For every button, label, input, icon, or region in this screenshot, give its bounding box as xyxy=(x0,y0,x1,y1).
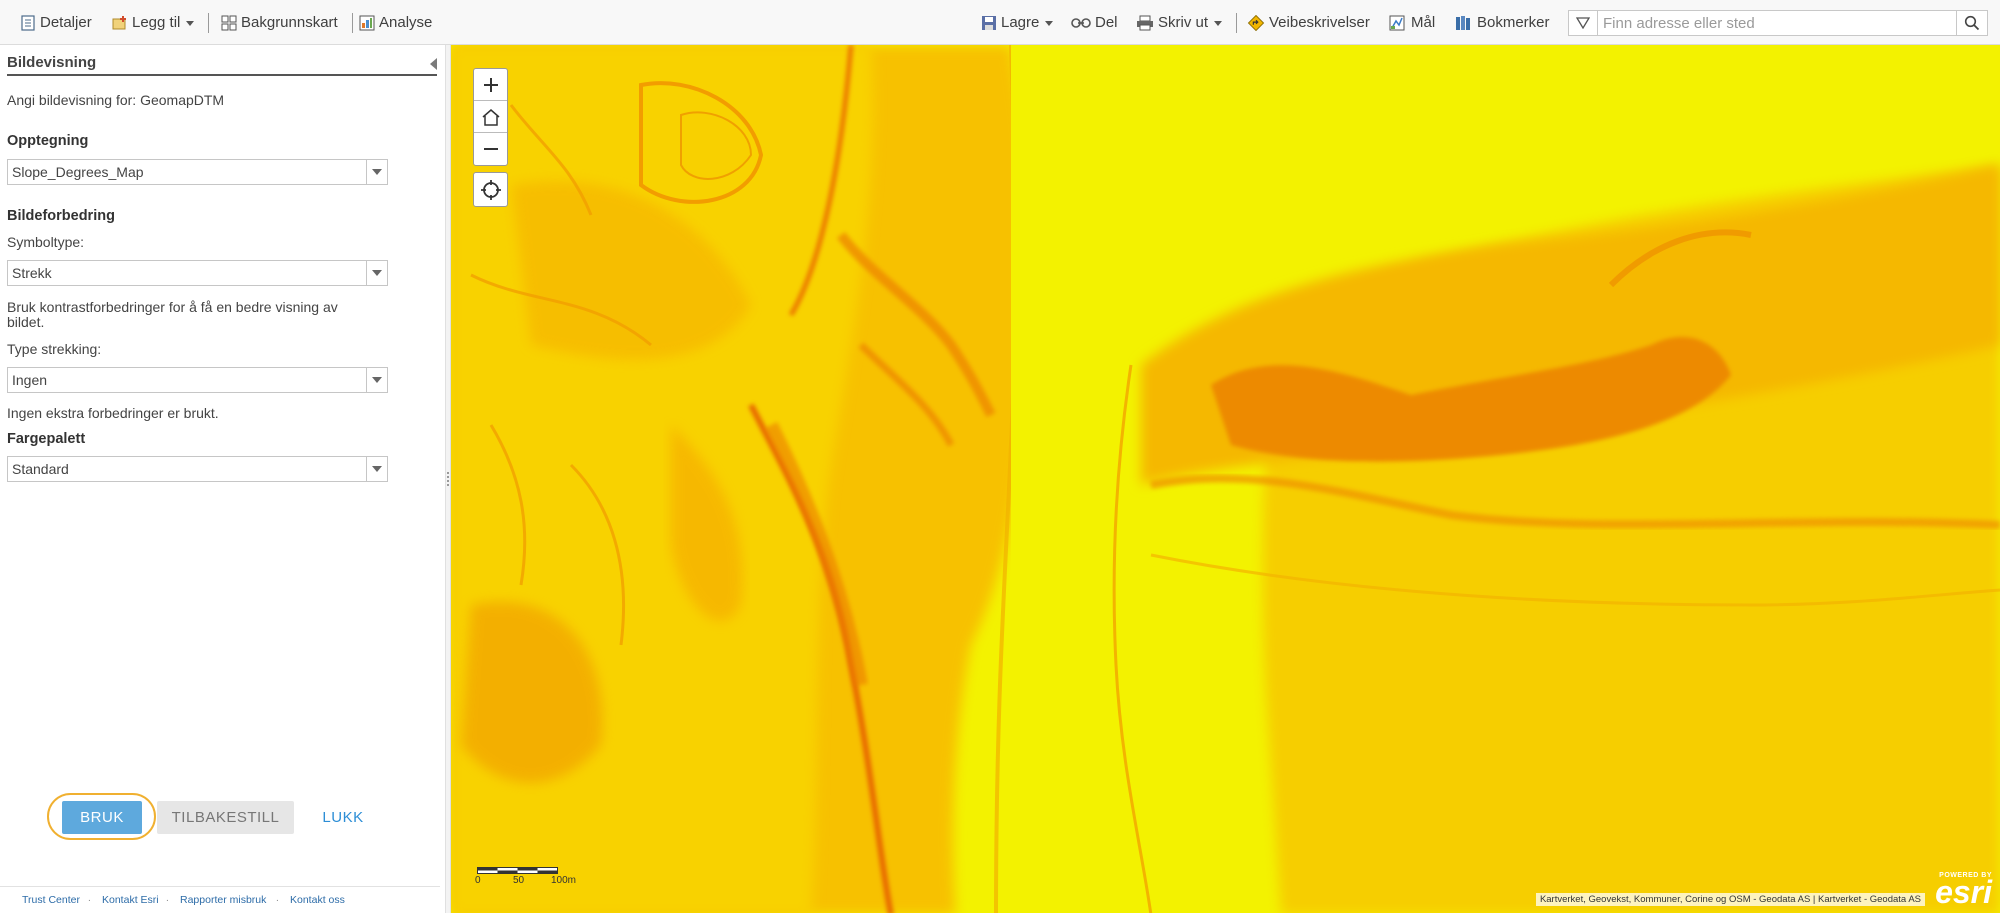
dropdown-arrow-icon[interactable] xyxy=(366,160,387,184)
reset-button[interactable]: TILBAKESTILL xyxy=(157,801,294,834)
chevron-down-icon xyxy=(186,21,195,26)
measure-label: Mål xyxy=(1411,14,1436,31)
stretch-type-value: Ingen xyxy=(12,372,48,388)
search-box xyxy=(1568,10,1988,36)
stretch-type-select[interactable]: Ingen xyxy=(7,367,388,393)
esri-logo[interactable]: POWERED BY esri xyxy=(1935,872,1992,908)
symbol-type-label: Symboltype: xyxy=(7,234,85,250)
search-button[interactable] xyxy=(1956,11,1987,35)
print-label: Skriv ut xyxy=(1158,14,1209,31)
share-label: Del xyxy=(1095,14,1118,31)
panel-title: Bildevisning xyxy=(7,54,437,76)
scale-bar xyxy=(477,867,558,874)
map-view[interactable]: 0 50 100m Kartverket, Geovekst, Kommuner… xyxy=(451,45,2000,915)
bookmarks-icon xyxy=(1456,15,1470,30)
scale-label: 0 xyxy=(475,875,481,886)
footer-separator: . xyxy=(166,893,169,904)
details-button[interactable]: Detaljer xyxy=(20,0,92,45)
rendering-heading: Opptegning xyxy=(7,133,89,149)
basemap-button[interactable]: Bakgrunnskart xyxy=(221,0,338,45)
trust-center-link[interactable]: Trust Center xyxy=(22,894,80,906)
analysis-label: Analyse xyxy=(379,14,433,31)
dropdown-arrow-icon[interactable] xyxy=(366,368,387,392)
share-icon xyxy=(1071,17,1091,28)
minus-icon xyxy=(483,148,498,150)
locate-icon xyxy=(480,179,501,200)
apply-button[interactable]: BRUK xyxy=(62,801,142,834)
plus-icon xyxy=(483,77,498,92)
footer-separator: . xyxy=(276,893,279,904)
directions-icon xyxy=(1247,14,1265,31)
symbol-type-select[interactable]: Strekk xyxy=(7,260,388,286)
image-display-panel: Bildevisning Angi bildevisning for: Geom… xyxy=(0,46,445,917)
footer-links: Trust Center . Kontakt Esri . Rapporter … xyxy=(0,886,440,909)
toolbar-divider xyxy=(1236,13,1237,33)
palette-value: Standard xyxy=(12,461,69,477)
save-button[interactable]: Lagre xyxy=(981,0,1054,45)
scale-label: 100m xyxy=(551,875,577,886)
measure-button[interactable]: Mål xyxy=(1389,0,1435,45)
zoom-controls xyxy=(473,68,508,166)
search-input[interactable] xyxy=(1599,11,1957,35)
bottom-strip xyxy=(0,913,2000,917)
details-icon xyxy=(21,14,35,31)
measure-icon xyxy=(1389,15,1405,30)
locate-button[interactable] xyxy=(473,172,508,207)
search-icon xyxy=(1964,15,1980,31)
splitter-grip-icon[interactable] xyxy=(446,472,450,490)
details-label: Detaljer xyxy=(40,14,92,31)
zoom-in-button[interactable] xyxy=(474,69,507,101)
contrast-hint: Bruk kontrastforbedringer for å få en be… xyxy=(7,299,338,330)
chevron-down-icon xyxy=(1045,21,1054,26)
palette-select[interactable]: Standard xyxy=(7,456,388,482)
filter-icon xyxy=(1576,17,1590,29)
bookmarks-label: Bokmerker xyxy=(1477,14,1550,31)
slope-raster-layer xyxy=(451,45,2000,915)
add-icon xyxy=(112,15,126,29)
palette-heading: Fargepalett xyxy=(7,431,86,447)
save-icon xyxy=(982,15,996,30)
dropdown-arrow-icon[interactable] xyxy=(366,457,387,481)
contact-esri-link[interactable]: Kontakt Esri xyxy=(102,894,159,906)
top-toolbar: Detaljer Legg til Bakgrunnskart Analyse … xyxy=(0,0,2000,45)
toolbar-divider xyxy=(208,13,209,33)
directions-label: Veibeskrivelser xyxy=(1269,14,1370,31)
directions-button[interactable]: Veibeskrivelser xyxy=(1247,0,1370,45)
collapse-panel-icon[interactable] xyxy=(430,58,437,70)
save-label: Lagre xyxy=(1001,14,1040,31)
analysis-icon xyxy=(359,15,375,30)
enhancement-heading: Bildeforbedring xyxy=(7,208,115,224)
chevron-down-icon xyxy=(1214,21,1223,26)
scale-label: 50 xyxy=(513,875,525,886)
no-enhancement-text: Ingen ekstra forbedringer er brukt. xyxy=(7,405,219,421)
toolbar-divider xyxy=(352,13,353,33)
home-icon xyxy=(482,108,499,126)
panel-subtitle: Angi bildevisning for: GeomapDTM xyxy=(7,92,225,108)
contact-us-link[interactable]: Kontakt oss xyxy=(290,894,345,906)
add-label: Legg til xyxy=(132,14,181,31)
dropdown-arrow-icon[interactable] xyxy=(366,261,387,285)
home-button[interactable] xyxy=(474,101,507,133)
footer-separator: . xyxy=(88,893,91,904)
close-button[interactable]: LUKK xyxy=(315,801,371,834)
bookmarks-button[interactable]: Bokmerker xyxy=(1455,0,1550,45)
rendering-select[interactable]: Slope_Degrees_Map xyxy=(7,159,388,185)
share-button[interactable]: Del xyxy=(1071,0,1118,45)
stretch-type-label: Type strekking: xyxy=(7,341,102,357)
analysis-button[interactable]: Analyse xyxy=(359,0,432,45)
rendering-select-value: Slope_Degrees_Map xyxy=(12,164,144,180)
report-abuse-link[interactable]: Rapporter misbruk xyxy=(180,894,266,906)
print-icon xyxy=(1137,15,1153,30)
symbol-type-value: Strekk xyxy=(12,265,52,281)
basemap-label: Bakgrunnskart xyxy=(241,14,338,31)
print-button[interactable]: Skriv ut xyxy=(1136,0,1223,45)
add-button[interactable]: Legg til xyxy=(112,0,195,45)
map-attribution: Kartverket, Geovekst, Kommuner, Corine o… xyxy=(1535,893,1925,906)
zoom-out-button[interactable] xyxy=(474,133,507,165)
basemap-icon xyxy=(221,15,237,30)
search-filter-button[interactable] xyxy=(1569,11,1598,35)
